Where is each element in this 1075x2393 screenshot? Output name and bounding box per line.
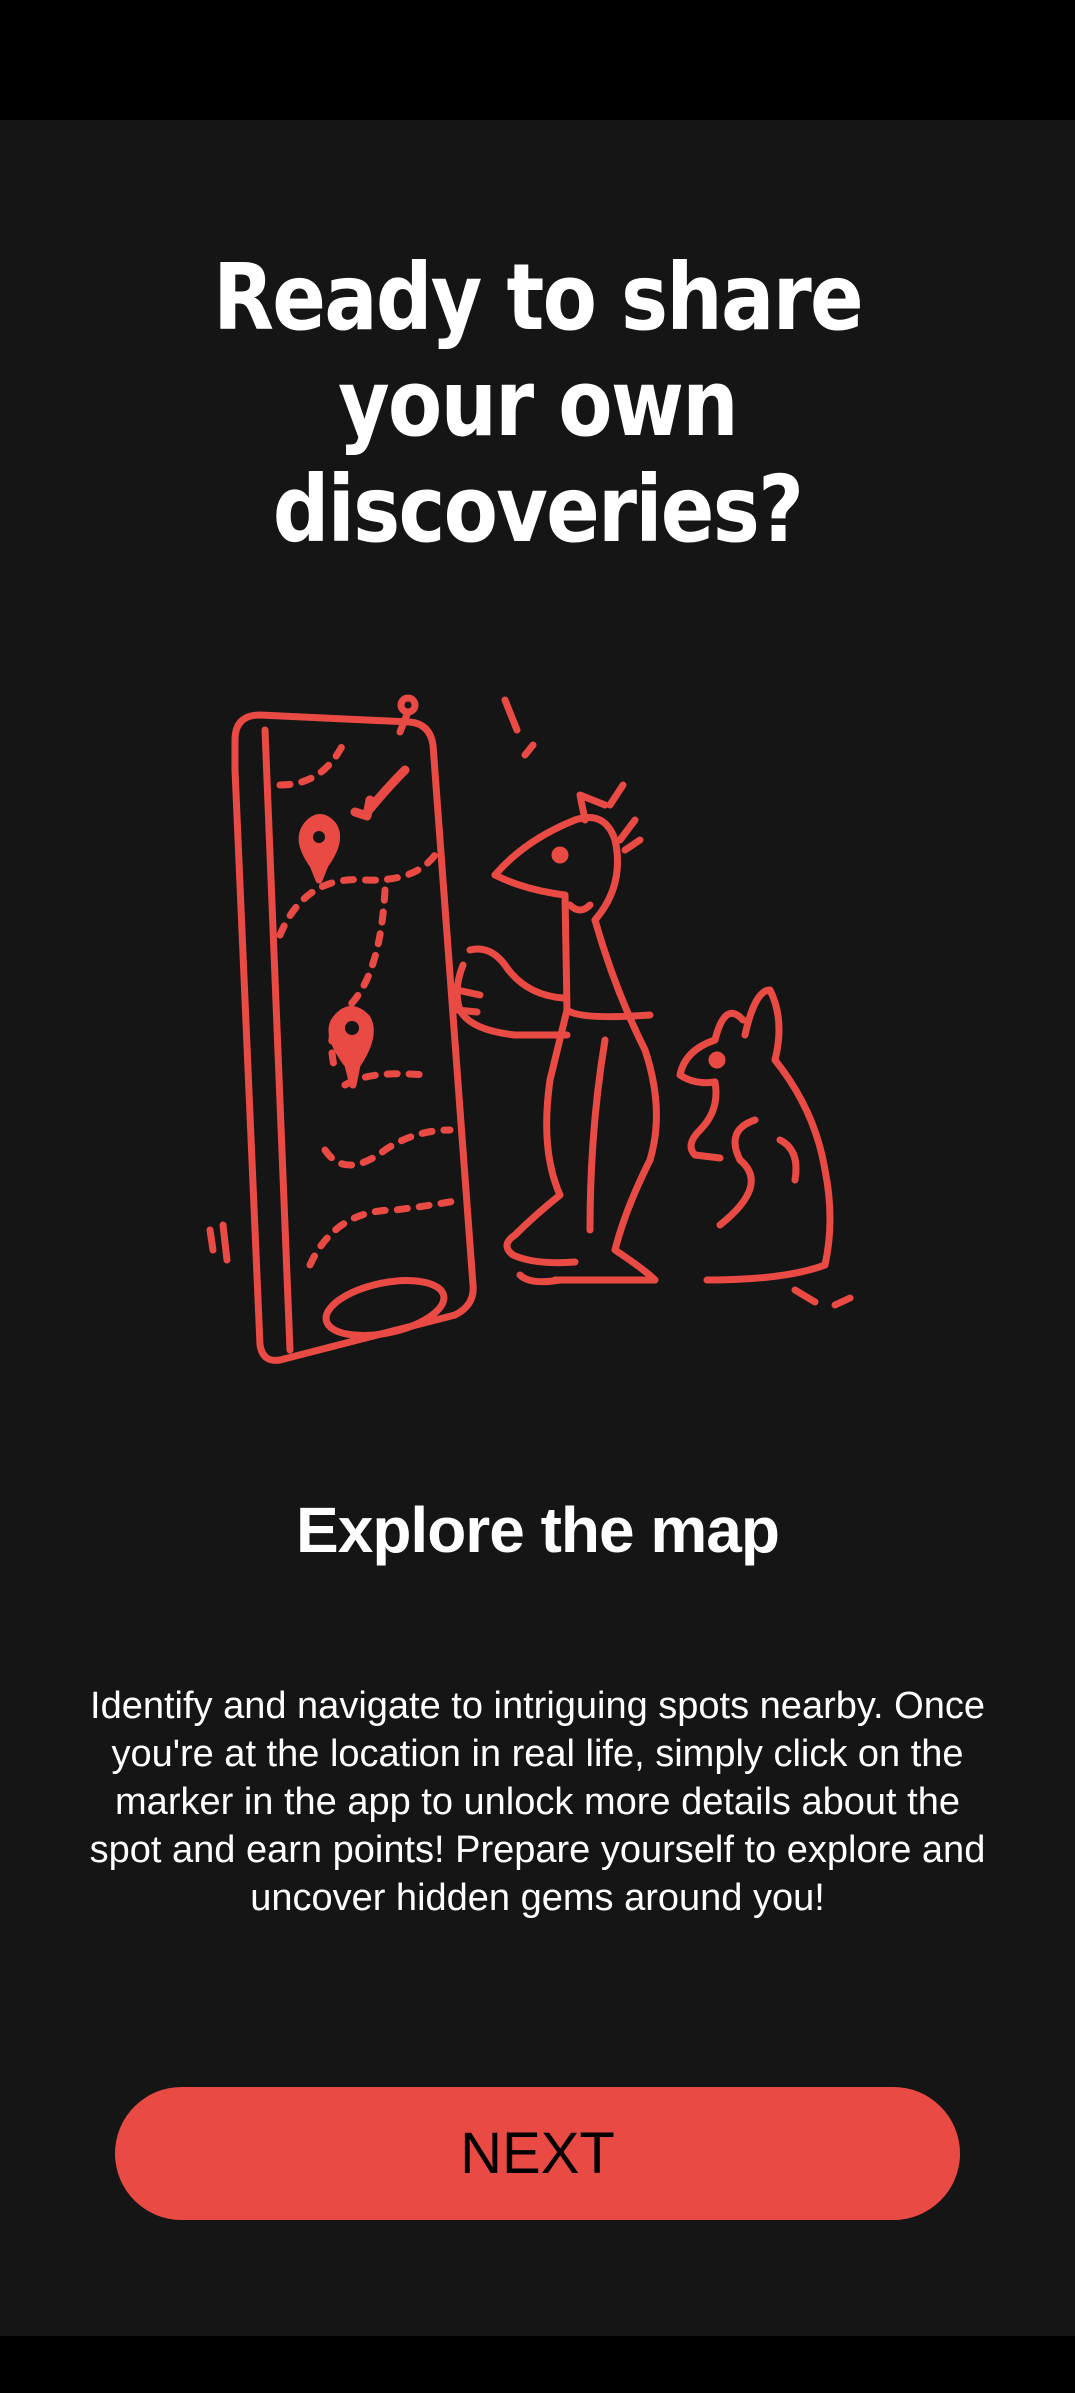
status-bar	[0, 0, 1075, 120]
headline: Ready to share your own discoveries?	[75, 245, 1000, 563]
headline-line-1: Ready to share	[213, 244, 864, 351]
subtitle: Explore the map	[296, 1494, 780, 1566]
phone-map-explorer-illustration	[195, 690, 885, 1380]
navigation-bar	[0, 2336, 1075, 2393]
headline-line-3: discoveries?	[272, 456, 804, 563]
next-button[interactable]: NEXT	[115, 2087, 960, 2220]
headline-line-2: your own	[338, 350, 739, 457]
description-text: Identify and navigate to intriguing spot…	[89, 1685, 986, 1919]
